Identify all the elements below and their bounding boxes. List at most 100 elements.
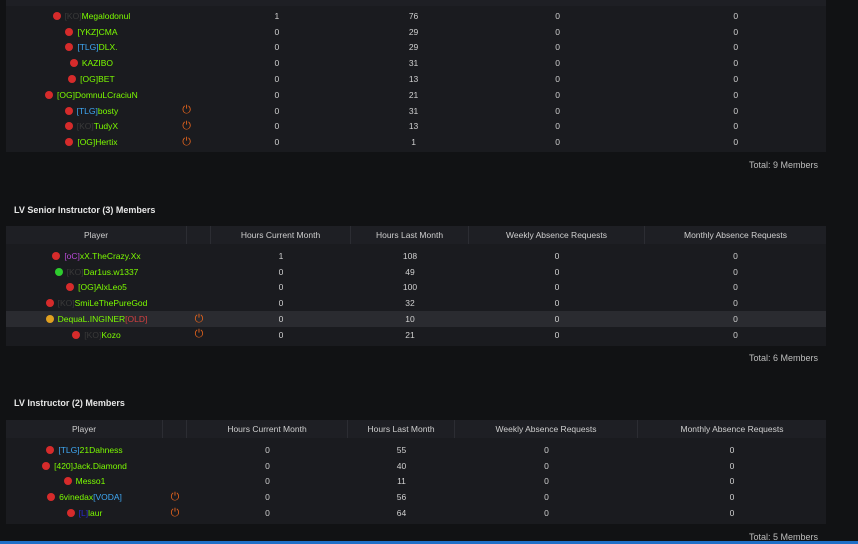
player-cell[interactable]: [TLG]21Dahness: [6, 442, 163, 458]
table-row[interactable]: 6vinedax[VODA] ⏻ 0 56 0 0: [6, 489, 826, 505]
power-icon: ⏻: [182, 104, 191, 117]
table-row[interactable]: KAZIBO 0 31 0 0: [6, 55, 826, 71]
cell-war: 0: [555, 42, 560, 53]
player-cell[interactable]: [TLG]DLX.: [6, 40, 177, 56]
table-row[interactable]: [KO]SmiLeThePureGod 0 32 0 0: [6, 295, 826, 311]
table-row[interactable]: [YKZ]CMA 0 29 0 0: [6, 24, 826, 40]
player-name[interactable]: [KO]Dar1us.w1337: [67, 267, 139, 277]
col-hours-current[interactable]: Hours Current Month: [187, 420, 348, 438]
col-player[interactable]: Player: [6, 420, 163, 438]
cell-hcm: 0: [265, 476, 270, 487]
player-name[interactable]: KAZIBO: [82, 58, 113, 68]
cell-mar: 0: [733, 137, 739, 148]
player-cell[interactable]: [OG]DomnuLCraciuN: [6, 87, 177, 103]
cell-mar: 0: [733, 105, 739, 116]
cell-hlm: 10: [405, 314, 415, 325]
player-name[interactable]: [OG]Hertix: [77, 137, 117, 147]
player-name[interactable]: [OG]BET: [80, 74, 114, 84]
table-row[interactable]: [OG]AlxLeo5 0 100 0 0: [6, 280, 826, 296]
icon-cell: ⏻: [177, 103, 197, 119]
cell-mar: 0: [733, 89, 739, 100]
player-name[interactable]: Messo1: [76, 476, 106, 486]
player-cell[interactable]: [KO]Kozo: [6, 327, 187, 343]
player-cell[interactable]: [KO]SmiLeThePureGod: [6, 295, 187, 311]
player-name[interactable]: [TLG]DLX.: [77, 42, 117, 52]
player-name[interactable]: [KO]SmiLeThePureGod: [58, 298, 148, 308]
col-player[interactable]: Player: [6, 226, 187, 244]
table-row[interactable]: [TLG]DLX. 0 29 0 0: [6, 40, 826, 56]
col-weekly-absence[interactable]: Weekly Absence Requests: [469, 226, 645, 244]
status-dot-icon: [45, 315, 54, 324]
table-row[interactable]: [TLG]bosty ⏻ 0 31 0 0: [6, 103, 826, 119]
player-name[interactable]: [TLG]21Dahness: [58, 445, 122, 455]
player-name[interactable]: [YKZ]CMA: [77, 27, 117, 37]
icon-cell: [163, 474, 187, 490]
cell-hcm: 0: [265, 444, 270, 455]
senior-members-table: Player Hours Current Month Hours Last Mo…: [6, 226, 826, 346]
player-name[interactable]: [L]laur: [79, 508, 103, 518]
player-cell[interactable]: [oC]xX.TheCrazy.Xx: [6, 248, 187, 264]
player-name[interactable]: [KO]Kozo: [84, 330, 120, 340]
col-monthly-absence[interactable]: Monthly Absence Requests: [645, 226, 826, 244]
player-name[interactable]: [KO]Megalodonul: [65, 11, 131, 21]
col-weekly-absence[interactable]: Weekly Absence Requests: [455, 420, 638, 438]
player-cell[interactable]: 6vinedax[VODA]: [6, 489, 163, 505]
cell-mar: 0: [733, 42, 739, 53]
power-icon: ⏻: [170, 490, 180, 503]
player-cell[interactable]: [420]Jack.Diamond: [6, 458, 163, 474]
table-row[interactable]: [OG]Hertix ⏻ 0 1 0 0: [6, 134, 826, 150]
table-row[interactable]: [KO]TudyX ⏻ 0 13 0 0: [6, 119, 826, 135]
player-cell[interactable]: Messo1: [6, 474, 163, 490]
table-row[interactable]: [KO]Kozo ⏻ 0 21 0 0: [6, 327, 826, 343]
cell-hlm: 11: [397, 476, 406, 487]
player-name[interactable]: DequaL.INGINER[OLD]: [58, 314, 148, 324]
player-name[interactable]: [420]Jack.Diamond: [54, 461, 127, 471]
player-name[interactable]: [KO]TudyX: [77, 121, 118, 131]
player-cell[interactable]: [OG]Hertix: [6, 134, 177, 150]
player-nickname: AlxLeo5: [96, 282, 127, 293]
player-cell[interactable]: [L]laur: [6, 505, 163, 521]
player-cell[interactable]: [KO]Megalodonul: [6, 8, 177, 24]
senior-table-header: Player Hours Current Month Hours Last Mo…: [6, 226, 826, 244]
col-hours-last[interactable]: Hours Last Month: [351, 226, 469, 244]
player-cell[interactable]: [YKZ]CMA: [6, 24, 177, 40]
table-row[interactable]: [420]Jack.Diamond 0 40 0 0: [6, 458, 826, 474]
clan-suffix: [OLD]: [125, 314, 148, 325]
player-name[interactable]: [oC]xX.TheCrazy.Xx: [64, 251, 140, 261]
cell-hcm: 0: [274, 74, 280, 85]
cell-war: 0: [554, 266, 560, 277]
col-hours-last[interactable]: Hours Last Month: [348, 420, 455, 438]
table-row[interactable]: [KO]Dar1us.w1337 0 49 0 0: [6, 264, 826, 280]
player-name[interactable]: 6vinedax[VODA]: [59, 492, 122, 502]
player-cell[interactable]: DequaL.INGINER[OLD]: [6, 311, 187, 327]
table-row[interactable]: [OG]DomnuLCraciuN 0 21 0 0: [6, 87, 826, 103]
icon-cell: ⏻: [187, 327, 211, 343]
player-cell[interactable]: [KO]TudyX: [6, 119, 177, 135]
player-name[interactable]: [TLG]bosty: [77, 106, 119, 116]
table-row[interactable]: [OG]BET 0 13 0 0: [6, 71, 826, 87]
power-icon: ⏻: [194, 312, 204, 325]
cell-hlm: 32: [405, 298, 415, 309]
table-row[interactable]: [oC]xX.TheCrazy.Xx 1 108 0 0: [6, 248, 826, 264]
player-cell[interactable]: [OG]BET: [6, 71, 177, 87]
player-cell[interactable]: KAZIBO: [6, 55, 177, 71]
cell-hcm: 0: [274, 42, 280, 53]
player-cell[interactable]: [KO]Dar1us.w1337: [6, 264, 187, 280]
player-cell[interactable]: [OG]AlxLeo5: [6, 280, 187, 296]
col-monthly-absence[interactable]: Monthly Absence Requests: [638, 420, 826, 438]
player-cell[interactable]: [TLG]bosty: [6, 103, 177, 119]
table-row[interactable]: Messo1 0 11 0 0: [6, 474, 826, 490]
table-row[interactable]: [TLG]21Dahness 0 55 0 0: [6, 442, 826, 458]
player-name[interactable]: [OG]AlxLeo5: [78, 282, 127, 292]
col-hours-current[interactable]: Hours Current Month: [211, 226, 351, 244]
clan-tag: [OG]: [78, 282, 97, 293]
player-nickname: bosty: [97, 105, 119, 116]
cell-hlm: 13: [408, 121, 419, 132]
table-row[interactable]: [KO]Megalodonul 1 76 0 0: [6, 8, 826, 24]
table-row[interactable]: [L]laur ⏻ 0 64 0 0: [6, 505, 826, 521]
icon-cell: [177, 40, 197, 56]
player-name[interactable]: [OG]DomnuLCraciuN: [57, 90, 138, 100]
cell-war: 0: [554, 250, 560, 261]
status-dot-icon: [65, 43, 74, 52]
table-row[interactable]: DequaL.INGINER[OLD] ⏻ 0 10 0 0: [6, 311, 826, 327]
